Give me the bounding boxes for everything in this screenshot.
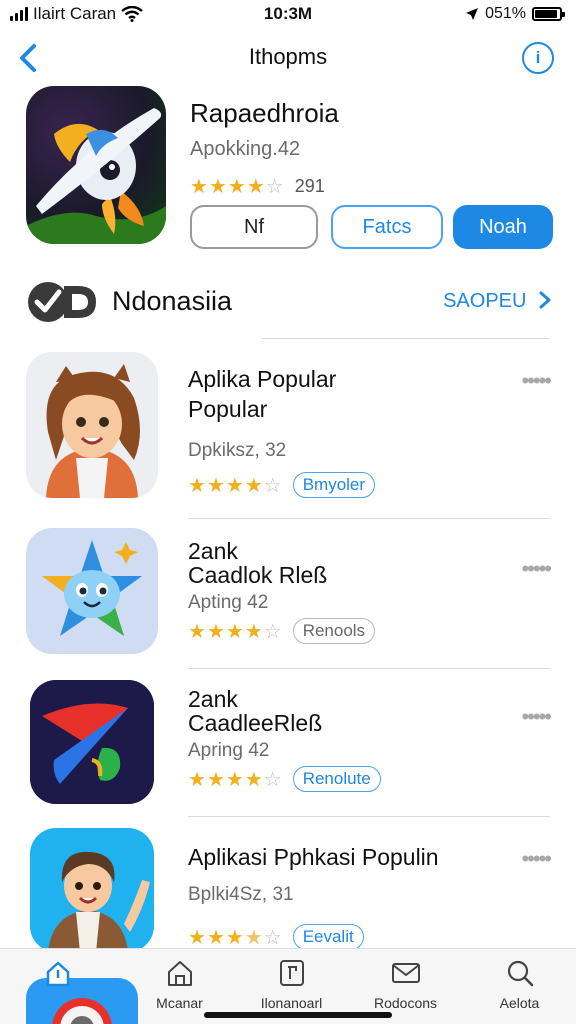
house-icon xyxy=(122,957,237,989)
list-item[interactable]: 2ank Caadlok Rleß Apting 42 ★★★★☆ Renool… xyxy=(0,528,576,669)
app-title-line1: 2ank xyxy=(188,686,238,712)
app-title-line2: Popular xyxy=(188,396,268,422)
app-subtitle: Apting 42 xyxy=(188,592,269,613)
tab-home[interactable] xyxy=(0,957,115,995)
app-title-line2: CaadleeRleß xyxy=(188,710,323,736)
app-rating: ★★★★☆ Eevalit xyxy=(188,924,364,950)
page-title: Ithopms xyxy=(248,44,328,69)
more-options-icon[interactable]: ••••• xyxy=(510,848,552,870)
tab-bar: Mcanar Ilonanoarl Rodocons Aelota xyxy=(0,948,576,1024)
featured-get-button[interactable]: Noah xyxy=(453,205,553,249)
carrier-label: Ilairt Caran xyxy=(33,4,117,23)
more-options-icon[interactable]: ••••• xyxy=(510,370,552,392)
section-title: Ndonasiia xyxy=(112,286,233,316)
status-time: 10:3M xyxy=(263,4,313,23)
wifi-icon xyxy=(121,6,143,22)
app-title-line1: Aplika Popular xyxy=(188,366,337,392)
info-button[interactable]: i xyxy=(522,42,554,74)
row-divider xyxy=(188,668,550,669)
app-title-line1: Aplikasi Pphkasi Populin xyxy=(188,844,439,870)
star-rating-icon: ★★★★☆ xyxy=(188,474,283,497)
app-badge[interactable]: Renolute xyxy=(292,766,381,792)
app-icon-star xyxy=(26,528,158,654)
featured-app-rating: ★★★★☆ 291 xyxy=(190,174,325,199)
signal-icon xyxy=(10,7,28,21)
featured-button-2[interactable]: Fatcs xyxy=(331,205,443,249)
featured-app-icon[interactable] xyxy=(26,86,166,244)
app-title-line2: Caadlok Rleß xyxy=(188,562,328,588)
location-icon xyxy=(466,8,479,20)
tab-label: Rodocons xyxy=(373,995,438,1011)
list-item[interactable]: Aplikasi Pphkasi Populin Bplki4Sz, 31 ★★… xyxy=(0,828,576,952)
list-item[interactable]: Aplika Popular Popular Dpkiksz, 32 ★★★★☆… xyxy=(0,352,576,520)
app-icon-girl xyxy=(26,352,158,498)
tab-aelota[interactable]: Aelota xyxy=(462,957,576,1011)
list-item[interactable]: 2ank CaadleeRleß Apring 42 ★★★★☆ Renolut… xyxy=(0,676,576,817)
tab-ilonanoarl[interactable]: Ilonanoarl xyxy=(234,957,349,1011)
home-indicator xyxy=(204,1012,392,1018)
featured-app-subtitle: Apokking.42 xyxy=(190,138,301,160)
chevron-right-icon xyxy=(539,291,551,309)
app-rating: ★★★★☆ Renolute xyxy=(188,766,381,792)
row-divider xyxy=(188,816,550,817)
star-rating-icon: ★★★★☆ xyxy=(188,768,283,791)
tab-label: Mcanar xyxy=(156,995,203,1011)
app-subtitle: Apring 42 xyxy=(188,740,270,761)
tab-rodocons[interactable]: Rodocons xyxy=(348,957,463,1011)
tab-label: Ilonanoarl xyxy=(260,995,323,1011)
status-right: 051% xyxy=(465,5,565,23)
nav-bar: Ithopms i xyxy=(0,36,576,80)
rating-count: 291 xyxy=(294,176,325,196)
see-all-label: SAOPEU xyxy=(443,290,527,312)
app-subtitle: Bplki4Sz, 31 xyxy=(188,884,294,905)
section-see-all-link[interactable]: SAOPEU xyxy=(443,290,552,313)
tab-label: Aelota xyxy=(499,995,540,1011)
featured-app-name: Rapaedhroia xyxy=(190,98,339,128)
section-logo-icon xyxy=(26,280,98,324)
search-icon xyxy=(462,957,576,989)
app-icon-boy xyxy=(30,828,154,952)
section-divider xyxy=(262,338,550,339)
status-bar: Ilairt Caran 10:3M 051% xyxy=(0,0,576,28)
app-rating: ★★★★☆ Renools xyxy=(188,618,376,644)
app-badge[interactable]: Eevalit xyxy=(292,924,364,950)
app-badge[interactable]: Bmyoler xyxy=(292,472,376,498)
app-rating: ★★★★☆ Bmyoler xyxy=(188,472,376,498)
battery-icon xyxy=(532,7,565,21)
rocket-illustration xyxy=(26,108,166,244)
status-left: Ilairt Caran xyxy=(10,4,143,24)
row-divider xyxy=(188,518,550,519)
app-badge[interactable]: Renools xyxy=(292,618,376,644)
featured-button-1[interactable]: Nf xyxy=(190,205,318,249)
app-subtitle: Dpkiksz, 32 xyxy=(188,440,287,461)
star-rating-icon: ★★★★☆ xyxy=(190,176,285,198)
mail-icon xyxy=(348,957,463,989)
battery-percent: 051% xyxy=(485,5,526,22)
tab-mcanar[interactable]: Mcanar xyxy=(122,957,237,1011)
document-icon xyxy=(234,957,349,989)
app-title-line1: 2ank xyxy=(188,538,238,564)
info-icon: i xyxy=(535,48,541,67)
star-rating-icon: ★★★★☆ xyxy=(188,620,283,643)
app-icon-abstract xyxy=(30,680,154,804)
more-options-icon[interactable]: ••••• xyxy=(510,558,552,580)
star-rating-icon: ★★★★☆ xyxy=(188,926,283,949)
home-icon xyxy=(0,957,115,989)
more-options-icon[interactable]: ••••• xyxy=(510,706,552,728)
